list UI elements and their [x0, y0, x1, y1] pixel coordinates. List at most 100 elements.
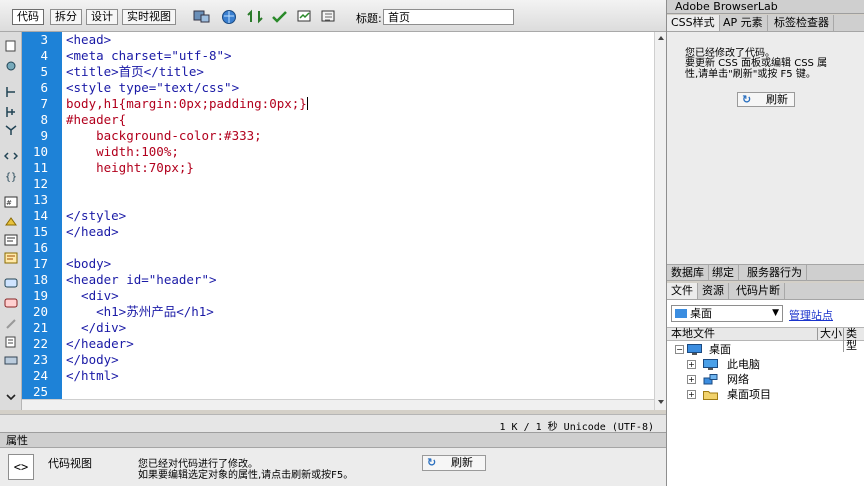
code-line[interactable]: </head> — [66, 224, 119, 240]
code-line[interactable]: </body> — [66, 352, 119, 368]
recent-snippets-icon[interactable] — [4, 336, 18, 348]
collapse-full-tag-icon[interactable] — [4, 86, 18, 98]
file-list-header: 本地文件 大小 类型 — [667, 327, 864, 352]
desktop-icon — [675, 309, 687, 318]
scroll-up-icon[interactable] — [657, 34, 665, 42]
expand-icon[interactable]: + — [687, 375, 696, 384]
tab-files[interactable]: 文件 — [667, 283, 698, 299]
highlight-invalid-code-icon[interactable] — [4, 216, 18, 228]
line-number: 9 — [40, 128, 48, 143]
tab-tag-inspector[interactable]: 标签检查器 — [770, 15, 834, 31]
line-number: 22 — [32, 336, 48, 351]
expand-icon[interactable]: + — [687, 390, 696, 399]
horizontal-scrollbar[interactable] — [22, 399, 654, 410]
tree-item-this-pc[interactable]: + 此电脑 — [667, 357, 864, 372]
tree-item-desktop[interactable]: − 桌面 — [667, 342, 864, 357]
code-line[interactable]: <h1>苏州产品</h1> — [66, 304, 214, 320]
code-line[interactable]: <head> — [66, 32, 111, 48]
tree-item-desktop-project[interactable]: + 桌面项目 — [667, 387, 864, 402]
properties-view-label: 代码视图 — [48, 457, 92, 470]
properties-panel: 属性 <> 代码视图 您已经对代码进行了修改。 如果要编辑选定对象的属性,请点击… — [0, 432, 666, 486]
more-tools-chevron-icon[interactable] — [4, 392, 18, 404]
collapse-icon[interactable]: − — [675, 345, 684, 354]
visual-aids-icon[interactable] — [296, 8, 314, 25]
open-documents-icon[interactable] — [4, 40, 18, 52]
line-number: 24 — [32, 368, 48, 383]
design-view-button[interactable]: 设计 — [86, 9, 118, 25]
tab-server-behaviors[interactable]: 服务器行为 — [743, 265, 807, 281]
select-parent-tag-icon[interactable] — [4, 150, 18, 162]
line-number: 20 — [32, 304, 48, 319]
move-css-icon[interactable] — [4, 354, 18, 366]
column-local-files[interactable]: 本地文件 — [671, 328, 715, 340]
code-line-with-caret[interactable]: body,h1{margin:0px;padding:0px;} — [66, 96, 308, 112]
vertical-scrollbar[interactable] — [654, 32, 666, 410]
code-line[interactable]: #header{ — [66, 112, 126, 128]
code-line[interactable]: <title>首页</title> — [66, 64, 204, 80]
code-line[interactable]: <header id="header"> — [66, 272, 217, 288]
expand-all-icon[interactable] — [4, 124, 18, 136]
tree-item-label: 桌面 — [709, 343, 731, 356]
remove-comment-icon[interactable] — [4, 298, 18, 310]
line-number: 5 — [40, 64, 48, 79]
tab-assets[interactable]: 资源 — [698, 283, 729, 299]
code-view-button[interactable]: 代码 — [12, 9, 44, 25]
code-line[interactable]: </style> — [66, 208, 126, 224]
line-number: 16 — [32, 240, 48, 255]
refresh-icon: ↻ — [427, 456, 437, 469]
tree-item-network[interactable]: + 网络 — [667, 372, 864, 387]
refresh-design-view-icon[interactable] — [320, 8, 338, 25]
browser-check-icon[interactable] — [271, 8, 289, 25]
tab-ap-elements[interactable]: AP 元素 — [719, 15, 768, 31]
show-code-navigator-icon[interactable] — [4, 60, 18, 72]
code-line[interactable]: body,h1{margin:0px;padding:0px;} — [66, 96, 307, 111]
css-refresh-button[interactable]: ↻ 刷新 — [737, 92, 795, 107]
tab-css-styles[interactable]: CSS样式 — [667, 15, 720, 31]
properties-refresh-button[interactable]: ↻ 刷新 — [422, 455, 486, 471]
tab-snippets[interactable]: 代码片断 — [732, 283, 785, 299]
network-icon — [703, 374, 718, 385]
manage-sites-link[interactable]: 管理站点 — [789, 307, 833, 323]
tab-databases[interactable]: 数据库 — [667, 265, 709, 281]
live-view-button[interactable]: 实时视图 — [122, 9, 176, 25]
code-line[interactable]: </header> — [66, 336, 134, 352]
code-line[interactable]: width:100%; — [66, 144, 179, 160]
site-select[interactable]: 桌面 ▼ — [671, 305, 783, 322]
panel-dock: Adobe BrowserLab CSS样式 AP 元素 标签检查器 您已经修改… — [666, 0, 864, 486]
svg-text:{}: {} — [5, 172, 17, 182]
code-line[interactable]: <style type="text/css"> — [66, 80, 239, 96]
properties-tab[interactable]: 属性 — [0, 433, 666, 448]
code-line[interactable]: <meta charset="utf-8"> — [66, 48, 232, 64]
file-management-icon[interactable] — [246, 8, 264, 25]
code-line[interactable]: </div> — [66, 320, 126, 336]
code-line[interactable]: </html> — [66, 368, 119, 384]
word-wrap-icon[interactable] — [4, 234, 18, 246]
code-line[interactable]: <div> — [66, 288, 119, 304]
properties-message: 如果要编辑选定对象的属性,请点击刷新或按F5。 — [138, 470, 354, 481]
tree-item-label: 此电脑 — [727, 358, 760, 371]
split-view-button[interactable]: 拆分 — [50, 9, 82, 25]
tree-item-label: 桌面项目 — [727, 388, 771, 401]
apply-comment-icon[interactable] — [4, 278, 18, 290]
collapse-selection-icon[interactable] — [4, 106, 18, 118]
expand-icon[interactable]: + — [687, 360, 696, 369]
code-editor[interactable]: <head> <meta charset="utf-8"> <title>首页<… — [62, 32, 654, 399]
code-line[interactable]: <body> — [66, 256, 111, 272]
chevron-down-icon: ▼ — [772, 308, 779, 318]
balance-braces-icon[interactable]: {} — [4, 170, 18, 182]
wrap-tag-icon[interactable] — [4, 318, 18, 330]
line-numbers-icon[interactable]: # — [4, 196, 18, 208]
line-number: 10 — [32, 144, 48, 159]
scroll-down-icon[interactable] — [657, 398, 665, 406]
syntax-coloring-icon[interactable] — [4, 252, 18, 264]
multiscreen-icon[interactable] — [193, 8, 211, 25]
preview-browser-icon[interactable] — [220, 8, 238, 25]
folder-icon — [703, 391, 718, 400]
browserlab-panel-title[interactable]: Adobe BrowserLab — [667, 0, 864, 14]
code-line[interactable]: height:70px;} — [66, 160, 194, 176]
database-panel-tabs: 数据库 绑定 服务器行为 — [667, 264, 864, 281]
code-line[interactable]: background-color:#333; — [66, 128, 262, 144]
tab-bindings[interactable]: 绑定 — [708, 265, 739, 281]
document-title-input[interactable] — [383, 9, 514, 25]
column-size[interactable]: 大小 — [817, 328, 842, 340]
